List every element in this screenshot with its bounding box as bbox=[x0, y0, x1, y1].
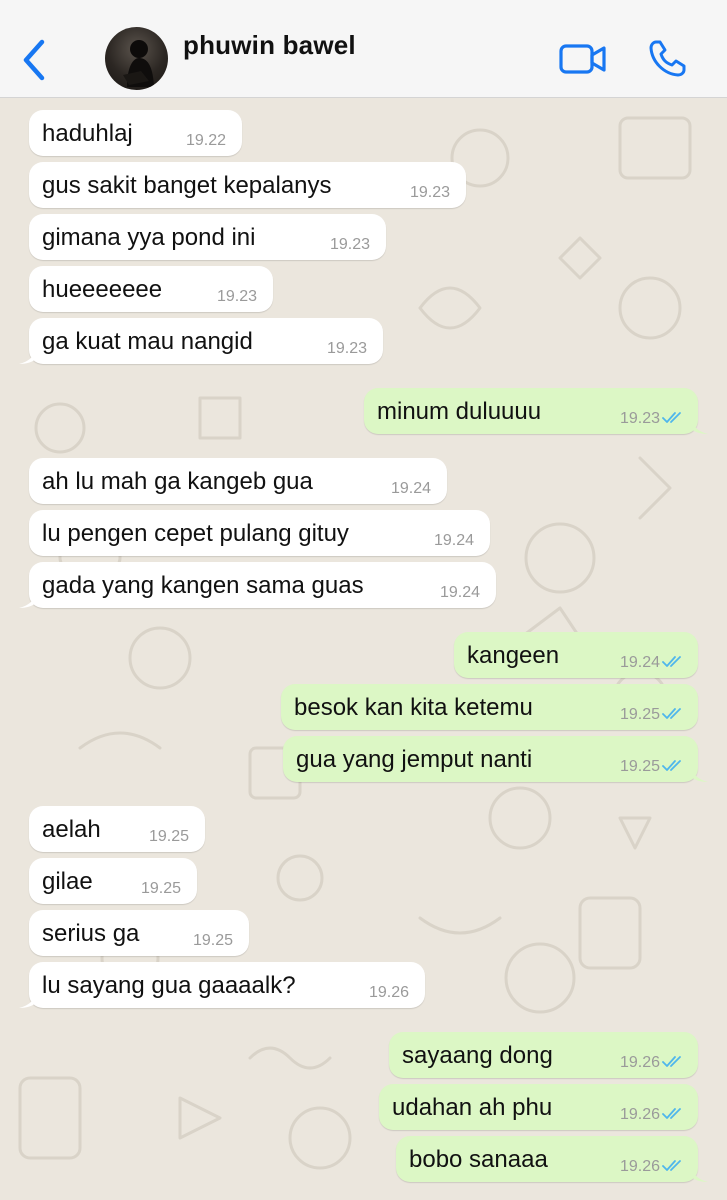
incoming-message[interactable]: ah lu mah ga kangeb gua 19.24 bbox=[29, 458, 447, 504]
outgoing-message[interactable]: bobo sanaaa 19.26 bbox=[396, 1136, 708, 1182]
message-text: sayaang dong bbox=[402, 1042, 553, 1069]
message-text: ah lu mah ga kangeb gua bbox=[42, 468, 313, 495]
contact-name[interactable]: phuwin bawel bbox=[183, 30, 356, 61]
message-timestamp: 19.24 bbox=[619, 654, 660, 671]
message-timestamp: 19.25 bbox=[619, 706, 660, 723]
message-timestamp: 19.23 bbox=[329, 236, 370, 253]
bubble-tail bbox=[19, 990, 37, 1008]
outgoing-message[interactable]: minum duluuuu 19.23 bbox=[364, 388, 708, 434]
message-timestamp: 19.23 bbox=[326, 340, 367, 357]
message-timestamp: 19.23 bbox=[216, 288, 257, 305]
message-text: gimana yya pond ini bbox=[42, 224, 256, 251]
message-timestamp: 19.25 bbox=[192, 932, 233, 949]
back-chevron-icon[interactable] bbox=[18, 36, 52, 84]
incoming-message[interactable]: gilae 19.25 bbox=[29, 858, 197, 904]
message-timestamp: 19.22 bbox=[185, 132, 226, 149]
voice-call-icon[interactable] bbox=[646, 38, 688, 80]
read-ticks-icon bbox=[662, 1056, 681, 1067]
incoming-message[interactable]: ga kuat mau nangid 19.23 bbox=[19, 318, 383, 364]
message-text: hueeeeeee bbox=[42, 276, 163, 303]
message-text: kangeen bbox=[467, 642, 560, 669]
message-timestamp: 19.25 bbox=[619, 758, 660, 775]
incoming-message[interactable]: gimana yya pond ini 19.23 bbox=[29, 214, 386, 260]
message-text: ga kuat mau nangid bbox=[42, 328, 253, 355]
message-timestamp: 19.25 bbox=[148, 828, 189, 845]
read-ticks-icon bbox=[662, 656, 681, 667]
message-timestamp: 19.24 bbox=[390, 480, 431, 497]
incoming-message[interactable]: gada yang kangen sama guas 19.24 bbox=[19, 562, 496, 608]
incoming-message[interactable]: lu sayang gua gaaaalk? 19.26 bbox=[19, 962, 425, 1008]
incoming-message[interactable]: gus sakit banget kepalanys 19.23 bbox=[29, 162, 466, 208]
message-text: lu pengen cepet pulang gituy bbox=[42, 520, 349, 547]
read-ticks-icon bbox=[662, 708, 681, 719]
message-timestamp: 19.26 bbox=[619, 1106, 660, 1123]
message-text: minum duluuuu bbox=[377, 398, 542, 425]
message-text: gilae bbox=[42, 868, 93, 895]
message-timestamp: 19.24 bbox=[439, 584, 480, 601]
message-text: aelah bbox=[42, 816, 101, 843]
message-text: lu sayang gua gaaaalk? bbox=[42, 972, 296, 999]
outgoing-message[interactable]: kangeen 19.24 bbox=[454, 632, 698, 678]
message-text: udahan ah phu bbox=[392, 1094, 553, 1121]
bubble-tail bbox=[690, 1164, 708, 1182]
bubble-tail bbox=[690, 764, 708, 782]
message-text: bobo sanaaa bbox=[409, 1146, 548, 1173]
bubble-tail bbox=[19, 590, 37, 608]
incoming-message[interactable]: aelah 19.25 bbox=[29, 806, 205, 852]
outgoing-message[interactable]: besok kan kita ketemu 19.25 bbox=[281, 684, 698, 730]
read-ticks-icon bbox=[662, 1160, 681, 1171]
contact-avatar[interactable] bbox=[105, 27, 168, 90]
bubble-tail bbox=[19, 346, 37, 364]
read-ticks-icon bbox=[662, 412, 681, 423]
read-ticks-icon bbox=[662, 1108, 681, 1119]
incoming-message[interactable]: lu pengen cepet pulang gituy 19.24 bbox=[29, 510, 490, 556]
message-timestamp: 19.23 bbox=[619, 410, 660, 427]
message-timestamp: 19.24 bbox=[433, 532, 474, 549]
message-timestamp: 19.26 bbox=[368, 984, 409, 1001]
message-text: gada yang kangen sama guas bbox=[42, 572, 364, 599]
message-text: gus sakit banget kepalanys bbox=[42, 172, 332, 199]
message-list[interactable]: haduhlaj 19.22 gus sakit banget kepalanys 1… bbox=[0, 98, 727, 1200]
message-text: haduhlaj bbox=[42, 120, 133, 147]
message-timestamp: 19.26 bbox=[619, 1054, 660, 1071]
chat-header: phuwin bawel bbox=[0, 0, 727, 98]
message-text: gua yang jemput nanti bbox=[296, 746, 533, 773]
bubble-tail bbox=[690, 416, 708, 434]
message-timestamp: 19.26 bbox=[619, 1158, 660, 1175]
incoming-message[interactable]: serius ga 19.25 bbox=[29, 910, 249, 956]
incoming-message[interactable]: haduhlaj 19.22 bbox=[29, 110, 242, 156]
message-timestamp: 19.23 bbox=[409, 184, 450, 201]
incoming-message[interactable]: hueeeeeee 19.23 bbox=[29, 266, 273, 312]
message-text: serius ga bbox=[42, 920, 140, 947]
read-ticks-icon bbox=[662, 760, 681, 771]
outgoing-message[interactable]: sayaang dong 19.26 bbox=[389, 1032, 698, 1078]
outgoing-message[interactable]: gua yang jemput nanti 19.25 bbox=[283, 736, 708, 782]
video-call-icon[interactable] bbox=[558, 40, 608, 78]
message-text: besok kan kita ketemu bbox=[294, 694, 533, 721]
message-timestamp: 19.25 bbox=[140, 880, 181, 897]
outgoing-message[interactable]: udahan ah phu 19.26 bbox=[379, 1084, 698, 1130]
